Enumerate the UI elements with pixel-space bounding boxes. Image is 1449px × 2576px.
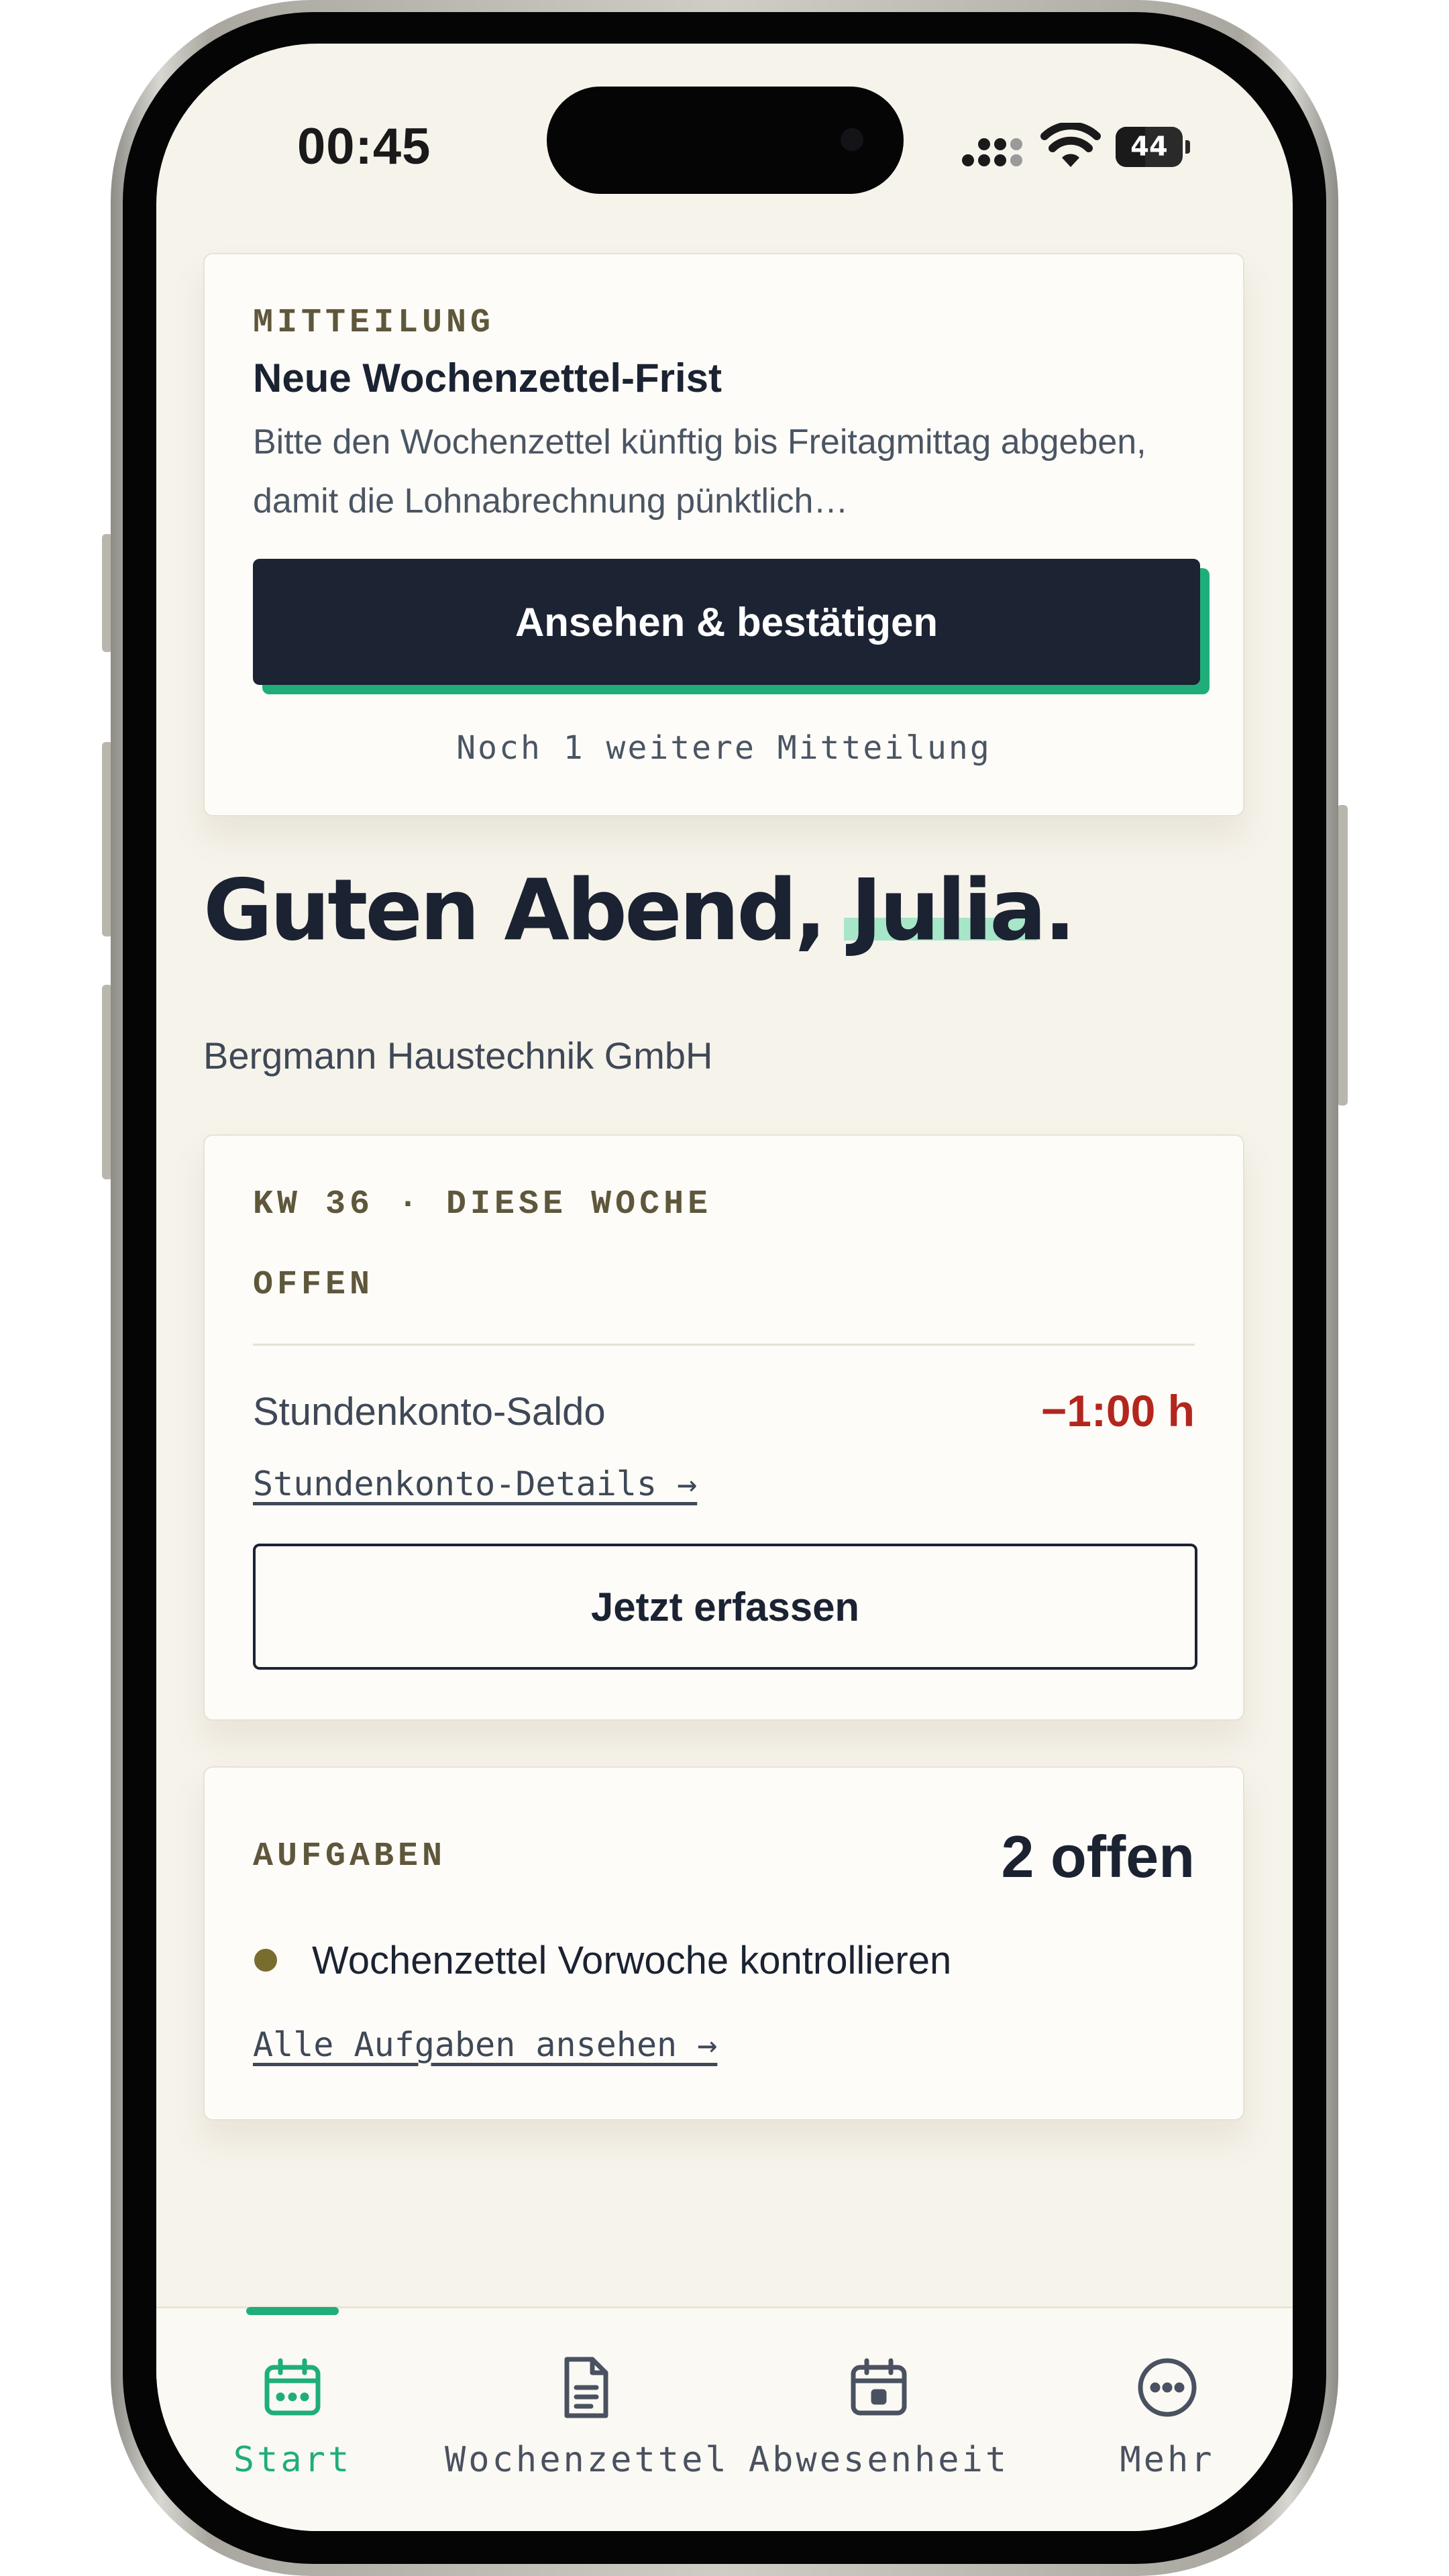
- cellular-signal-icon: [962, 138, 1022, 166]
- week-card: KW 36 · DIESE WOCHE OFFEN Stundenkonto-S…: [203, 1134, 1244, 1721]
- calendar-icon: [264, 2358, 321, 2416]
- tab-mehr[interactable]: Mehr: [1026, 2354, 1293, 2480]
- view-and-confirm-button[interactable]: Ansehen & bestätigen: [253, 559, 1200, 685]
- week-status-badge: OFFEN: [253, 1266, 374, 1304]
- tab-wochenzettel[interactable]: Wochenzettel: [445, 2354, 727, 2480]
- greeting-name: Julia: [844, 861, 1046, 959]
- app-screen: 00:45 44 MITTEILUNG Neue Wochenzettel-Fr…: [156, 44, 1293, 2531]
- tab-label-start: Start: [233, 2440, 352, 2480]
- tab-bar: Start Wochenzettel Abwesenheit Mehr: [156, 2306, 1293, 2531]
- wifi-icon: [1040, 123, 1101, 167]
- notice-title: Neue Wochenzettel-Frist: [253, 356, 722, 400]
- tab-label-mehr: Mehr: [1120, 2440, 1215, 2480]
- camera-icon: [841, 128, 863, 151]
- tasks-eyebrow: AUFGABEN: [253, 1837, 447, 1876]
- week-eyebrow: KW 36 · DIESE WOCHE: [253, 1185, 712, 1224]
- status-time: 00:45: [297, 118, 431, 175]
- saldo-label: Stundenkonto-Saldo: [253, 1390, 606, 1434]
- active-tab-indicator: [246, 2307, 339, 2315]
- calendar-event-icon: [851, 2358, 907, 2416]
- tab-label-wochenzettel: Wochenzettel: [445, 2440, 729, 2480]
- record-now-button[interactable]: Jetzt erfassen: [253, 1544, 1197, 1670]
- task-bullet-icon: [254, 1949, 277, 1972]
- all-tasks-link[interactable]: Alle Aufgaben ansehen →: [253, 2025, 717, 2064]
- battery-level-text: 44: [1130, 131, 1168, 162]
- more-notices-text[interactable]: Noch 1 weitere Mitteilung: [205, 729, 1243, 767]
- notice-card: MITTEILUNG Neue Wochenzettel-Frist Bitte…: [203, 253, 1244, 816]
- more-circle-icon: [1138, 2358, 1197, 2417]
- dynamic-island: [547, 87, 904, 194]
- greeting-suffix: .: [1044, 861, 1076, 959]
- notice-eyebrow: MITTEILUNG: [253, 304, 495, 342]
- greeting-prefix: Guten Abend,: [203, 861, 851, 959]
- power-button[interactable]: [1337, 805, 1348, 1106]
- tab-abwesenheit[interactable]: Abwesenheit: [738, 2354, 1020, 2480]
- page-title: Guten Abend, Julia.: [203, 861, 1076, 959]
- tasks-card: AUFGABEN 2 offen Wochenzettel Vorwoche k…: [203, 1766, 1244, 2121]
- company-name: Bergmann Haustechnik GmbH: [203, 1034, 713, 1077]
- tasks-count: 2 offen: [1001, 1823, 1195, 1890]
- tab-label-abwesenheit: Abwesenheit: [748, 2440, 1010, 2480]
- saldo-value: −1:00 h: [1040, 1386, 1195, 1436]
- stundenkonto-details-link[interactable]: Stundenkonto-Details →: [253, 1464, 697, 1503]
- task-label: Wochenzettel Vorwoche kontrollieren: [312, 1939, 952, 1982]
- divider: [253, 1344, 1195, 1346]
- document-icon: [564, 2357, 608, 2418]
- battery-icon: 44: [1116, 127, 1190, 167]
- tab-start[interactable]: Start: [156, 2354, 433, 2480]
- status-bar: 00:45 44: [156, 44, 1293, 198]
- notice-body: Bitte den Wochenzettel künftig bis Freit…: [253, 423, 1146, 521]
